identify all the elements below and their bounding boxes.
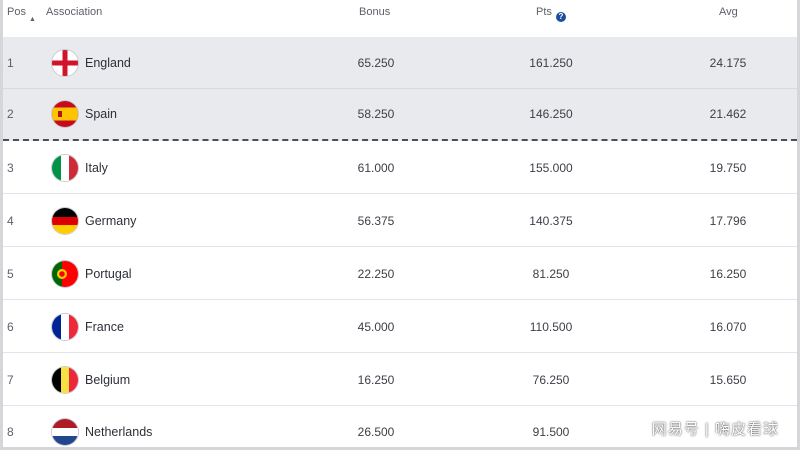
table-row[interactable]: 7 Belgium 16.250 76.250 15.650 (3, 354, 797, 406)
row-pos: 3 (7, 160, 14, 175)
row-avg: 24.175 (709, 55, 747, 70)
row-avg: 19.750 (709, 160, 747, 175)
sort-asc-icon: ▲ (28, 16, 36, 23)
row-pos: 6 (7, 319, 14, 334)
flag-netherlands-icon (52, 419, 78, 445)
header-pts[interactable]: Pts? (536, 6, 566, 22)
row-avg: 15.650 (709, 372, 747, 387)
row-pos: 7 (7, 372, 14, 387)
flag-germany-icon (52, 207, 78, 234)
row-pos: 4 (7, 213, 14, 228)
info-icon[interactable]: ? (555, 12, 566, 22)
flag-italy-icon (52, 154, 78, 181)
table-header: Pos▲ Association Bonus Pts? Avg (3, 0, 797, 37)
flag-france-icon (52, 313, 78, 340)
flag-england-icon (52, 49, 78, 76)
watermark: 网易号 | 嗨皮看球 (651, 421, 779, 438)
row-pts: 91.500 (532, 425, 570, 439)
row-association-name[interactable]: France (85, 320, 124, 334)
row-pts: 140.375 (529, 213, 573, 228)
row-pts: 81.250 (532, 266, 570, 281)
row-bonus: 56.375 (357, 213, 395, 228)
header-pts-label: Pts (536, 6, 552, 18)
row-pos: 1 (7, 55, 14, 70)
row-association-name[interactable]: Netherlands (85, 425, 152, 439)
row-association-name[interactable]: Spain (85, 107, 117, 121)
row-pts: 146.250 (529, 107, 573, 121)
row-avg: 17.796 (709, 213, 747, 228)
table-row[interactable]: 5 Portugal 22.250 81.250 16.250 (3, 248, 797, 300)
row-avg: 16.250 (709, 266, 747, 281)
table-row[interactable]: 1 England 65.250 161.250 24.175 (3, 37, 797, 89)
flag-belgium-icon (52, 366, 78, 393)
table-row[interactable]: 4 Germany 56.375 140.375 17.796 (3, 195, 797, 247)
ranking-table: Pos▲ Association Bonus Pts? Avg 1 Englan… (0, 0, 800, 450)
row-pts: 76.250 (532, 372, 570, 387)
table-row[interactable]: 3 Italy 61.000 155.000 19.750 (3, 142, 797, 194)
flag-spain-icon (52, 101, 78, 127)
header-pos[interactable]: Pos▲ (7, 6, 36, 23)
row-pts: 110.500 (529, 319, 573, 334)
row-pos: 2 (7, 107, 14, 121)
row-bonus: 65.250 (357, 55, 395, 70)
row-pts: 155.000 (529, 160, 573, 175)
table-row[interactable]: 2 Spain 58.250 146.250 21.462 (3, 89, 797, 141)
row-bonus: 61.000 (357, 160, 395, 175)
header-association[interactable]: Association (46, 6, 102, 18)
row-avg: 21.462 (709, 107, 747, 121)
row-bonus: 26.500 (357, 425, 395, 439)
header-pos-label: Pos (7, 6, 26, 18)
row-bonus: 22.250 (357, 266, 395, 281)
row-bonus: 58.250 (357, 107, 395, 121)
row-pts: 161.250 (529, 55, 573, 70)
row-association-name[interactable]: Italy (85, 161, 108, 175)
row-pos: 5 (7, 266, 14, 281)
row-association-name[interactable]: Portugal (85, 267, 132, 281)
row-association-name[interactable]: Belgium (85, 373, 130, 387)
row-association-name[interactable]: Germany (85, 214, 136, 228)
row-association-name[interactable]: England (85, 56, 131, 70)
flag-portugal-icon (52, 260, 78, 287)
table-row[interactable]: 6 France 45.000 110.500 16.070 (3, 301, 797, 353)
row-avg: 16.070 (709, 319, 747, 334)
header-bonus[interactable]: Bonus (359, 6, 390, 18)
row-bonus: 45.000 (357, 319, 395, 334)
row-pos: 8 (7, 425, 14, 439)
header-avg[interactable]: Avg (719, 6, 738, 18)
row-bonus: 16.250 (357, 372, 395, 387)
